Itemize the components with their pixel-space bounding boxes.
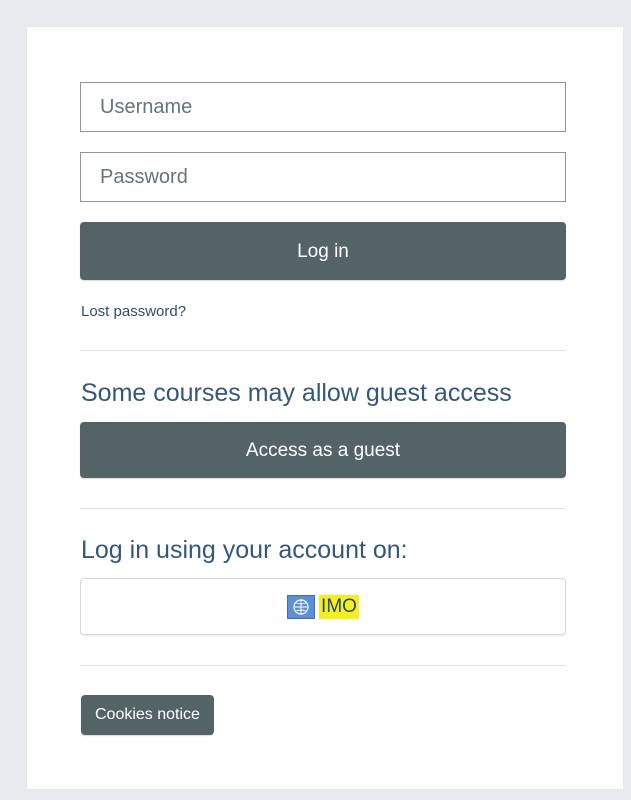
login-card: Log in Lost password? Some courses may a… xyxy=(27,27,623,789)
imo-logo-icon xyxy=(287,594,316,619)
imo-login-button[interactable]: IMO xyxy=(80,578,566,635)
login-page: Log in Lost password? Some courses may a… xyxy=(0,0,631,800)
divider xyxy=(80,508,566,509)
divider xyxy=(80,350,566,351)
identity-provider-name: IMO xyxy=(319,594,359,619)
lost-password-link[interactable]: Lost password? xyxy=(81,303,186,320)
guest-access-heading: Some courses may allow guest access xyxy=(81,379,512,407)
password-input[interactable] xyxy=(80,152,566,202)
guest-access-button[interactable]: Access as a guest xyxy=(80,422,566,478)
username-input[interactable] xyxy=(80,82,566,132)
divider xyxy=(80,665,566,666)
identity-provider-heading: Log in using your account on: xyxy=(81,536,408,564)
cookies-notice-button[interactable]: Cookies notice xyxy=(81,695,214,735)
login-button[interactable]: Log in xyxy=(80,222,566,280)
